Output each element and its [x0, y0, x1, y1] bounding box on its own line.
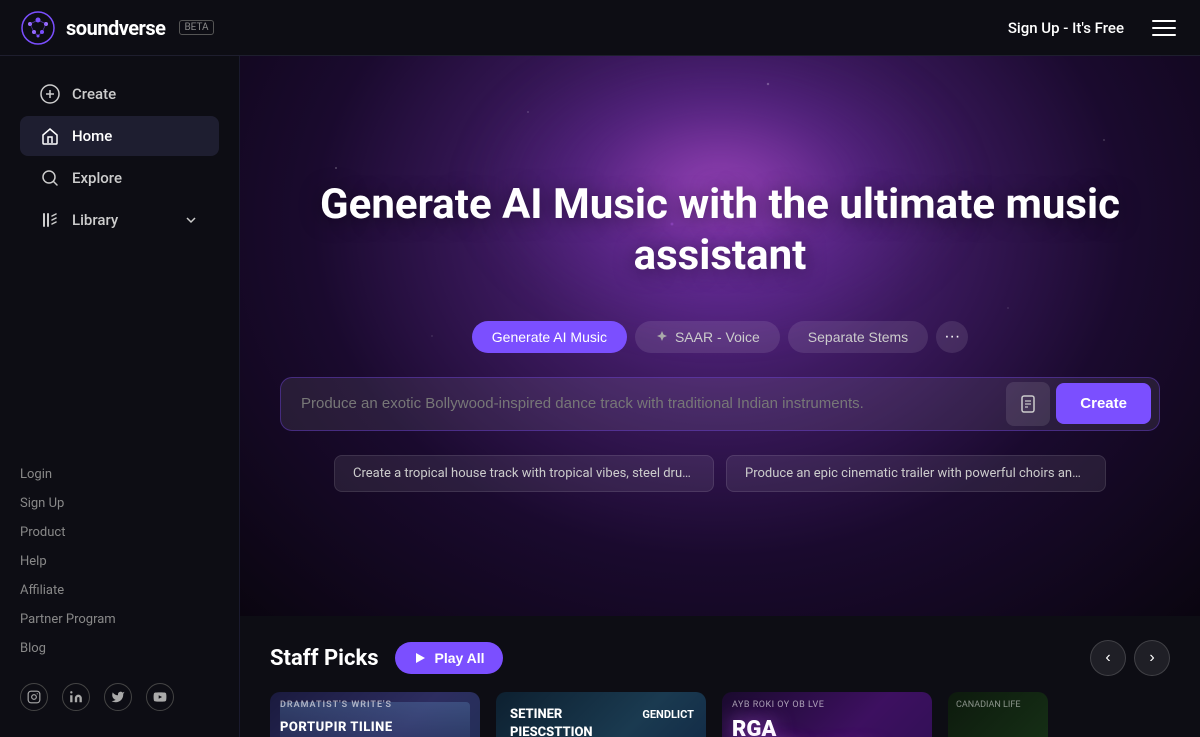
youtube-icon[interactable]: [146, 683, 174, 711]
card-1-title: PORTUPIR TILINE: [280, 720, 393, 735]
logo[interactable]: soundverse BETA: [20, 10, 214, 46]
next-arrow-icon: ›: [1149, 649, 1154, 667]
tab-saar-voice[interactable]: SAAR - Voice: [635, 321, 780, 353]
hamburger-menu[interactable]: [1148, 16, 1180, 40]
create-button[interactable]: Create: [1056, 383, 1151, 424]
main-layout: Create Home Explore: [0, 56, 1200, 737]
hero-title: Generate AI Music with the ultimate musi…: [280, 180, 1160, 281]
staff-picks-cards: DRAMATIST'S WRITE'S PORTUPIR TILINE: [270, 692, 1170, 737]
staff-picks-title: Staff Picks: [270, 646, 379, 671]
hero-section: Generate AI Music with the ultimate musi…: [240, 56, 1200, 616]
prompt-input-row: Create: [280, 377, 1160, 431]
sidebar-item-create[interactable]: Create: [20, 74, 219, 114]
nav-right: Sign Up - It's Free: [1008, 16, 1180, 40]
sidebar-bottom-links: Login Sign Up Product Help Affiliate Par…: [0, 454, 239, 669]
carousel-next-button[interactable]: ›: [1134, 640, 1170, 676]
card-2-gendlict: GENDLICT: [642, 708, 694, 721]
sidebar: Create Home Explore: [0, 56, 240, 737]
more-dots-icon: ···: [944, 328, 960, 346]
staff-pick-card-1[interactable]: DRAMATIST'S WRITE'S PORTUPIR TILINE: [270, 692, 480, 737]
sidebar-library-label: Library: [72, 211, 171, 229]
prompt-input[interactable]: [301, 383, 1006, 424]
sidebar-home-label: Home: [72, 127, 112, 145]
prev-arrow-icon: ‹: [1105, 649, 1110, 667]
staff-picks-header: Staff Picks Play All ‹ ›: [270, 640, 1170, 676]
staff-pick-card-3[interactable]: AYB ROKI OY OB LVE RGAOIOPS LIVE: [722, 692, 932, 737]
carousel-nav-arrows: ‹ ›: [1090, 640, 1170, 676]
suggestion-1[interactable]: Create a tropical house track with tropi…: [334, 455, 714, 492]
library-chevron-icon: [183, 212, 199, 228]
logo-wordmark: soundverse: [66, 16, 165, 40]
sidebar-item-explore[interactable]: Explore: [20, 158, 219, 198]
hero-content: Generate AI Music with the ultimate musi…: [240, 180, 1200, 492]
suggestion-2[interactable]: Produce an epic cinematic trailer with p…: [726, 455, 1106, 492]
sidebar-link-login[interactable]: Login: [20, 462, 219, 487]
sidebar-link-partner[interactable]: Partner Program: [20, 607, 219, 632]
sidebar-link-blog[interactable]: Blog: [20, 636, 219, 661]
sidebar-explore-label: Explore: [72, 169, 122, 187]
linkedin-icon[interactable]: [62, 683, 90, 711]
play-all-button[interactable]: Play All: [395, 642, 503, 674]
library-icon: [40, 210, 60, 230]
sidebar-spacer: [0, 250, 239, 454]
play-icon: [413, 651, 427, 665]
card-3-title: RGAOIOPS: [732, 718, 797, 737]
sidebar-item-home[interactable]: Home: [20, 116, 219, 156]
carousel-prev-button[interactable]: ‹: [1090, 640, 1126, 676]
staff-pick-card-2[interactable]: SETINERPIESCSTTION GENDLICT BEN/ENMRHBC: [496, 692, 706, 737]
create-icon: [40, 84, 60, 104]
tab-separate-stems[interactable]: Separate Stems: [788, 321, 928, 353]
main-content: Generate AI Music with the ultimate musi…: [240, 56, 1200, 737]
file-icon: [1018, 394, 1038, 414]
file-attach-button[interactable]: [1006, 382, 1050, 426]
sidebar-link-affiliate[interactable]: Affiliate: [20, 578, 219, 603]
top-navigation: soundverse BETA Sign Up - It's Free: [0, 0, 1200, 56]
beta-badge: BETA: [179, 20, 213, 35]
explore-icon: [40, 168, 60, 188]
home-icon: [40, 126, 60, 146]
sparkle-icon: [655, 330, 669, 344]
social-icons-row: [0, 673, 239, 721]
sidebar-link-product[interactable]: Product: [20, 520, 219, 545]
sidebar-create-label: Create: [72, 85, 116, 103]
sidebar-top: Create Home Explore: [0, 72, 239, 242]
tabs-more-button[interactable]: ···: [936, 321, 968, 353]
sidebar-link-signup[interactable]: Sign Up: [20, 491, 219, 516]
suggestions-row: Create a tropical house track with tropi…: [280, 455, 1160, 492]
feature-tabs: Generate AI Music SAAR - Voice Separate …: [280, 321, 1160, 353]
staff-picks-section: Staff Picks Play All ‹ ›: [240, 616, 1200, 737]
signup-link[interactable]: Sign Up - It's Free: [1008, 19, 1124, 37]
staff-pick-card-4[interactable]: CANADIAN LIFE: [948, 692, 1048, 737]
logo-icon: [20, 10, 56, 46]
sidebar-item-library[interactable]: Library: [20, 200, 219, 240]
instagram-icon[interactable]: [20, 683, 48, 711]
staff-picks-left: Staff Picks Play All: [270, 642, 503, 674]
tab-generate-ai-music[interactable]: Generate AI Music: [472, 321, 627, 353]
twitter-icon[interactable]: [104, 683, 132, 711]
sidebar-link-help[interactable]: Help: [20, 549, 219, 574]
